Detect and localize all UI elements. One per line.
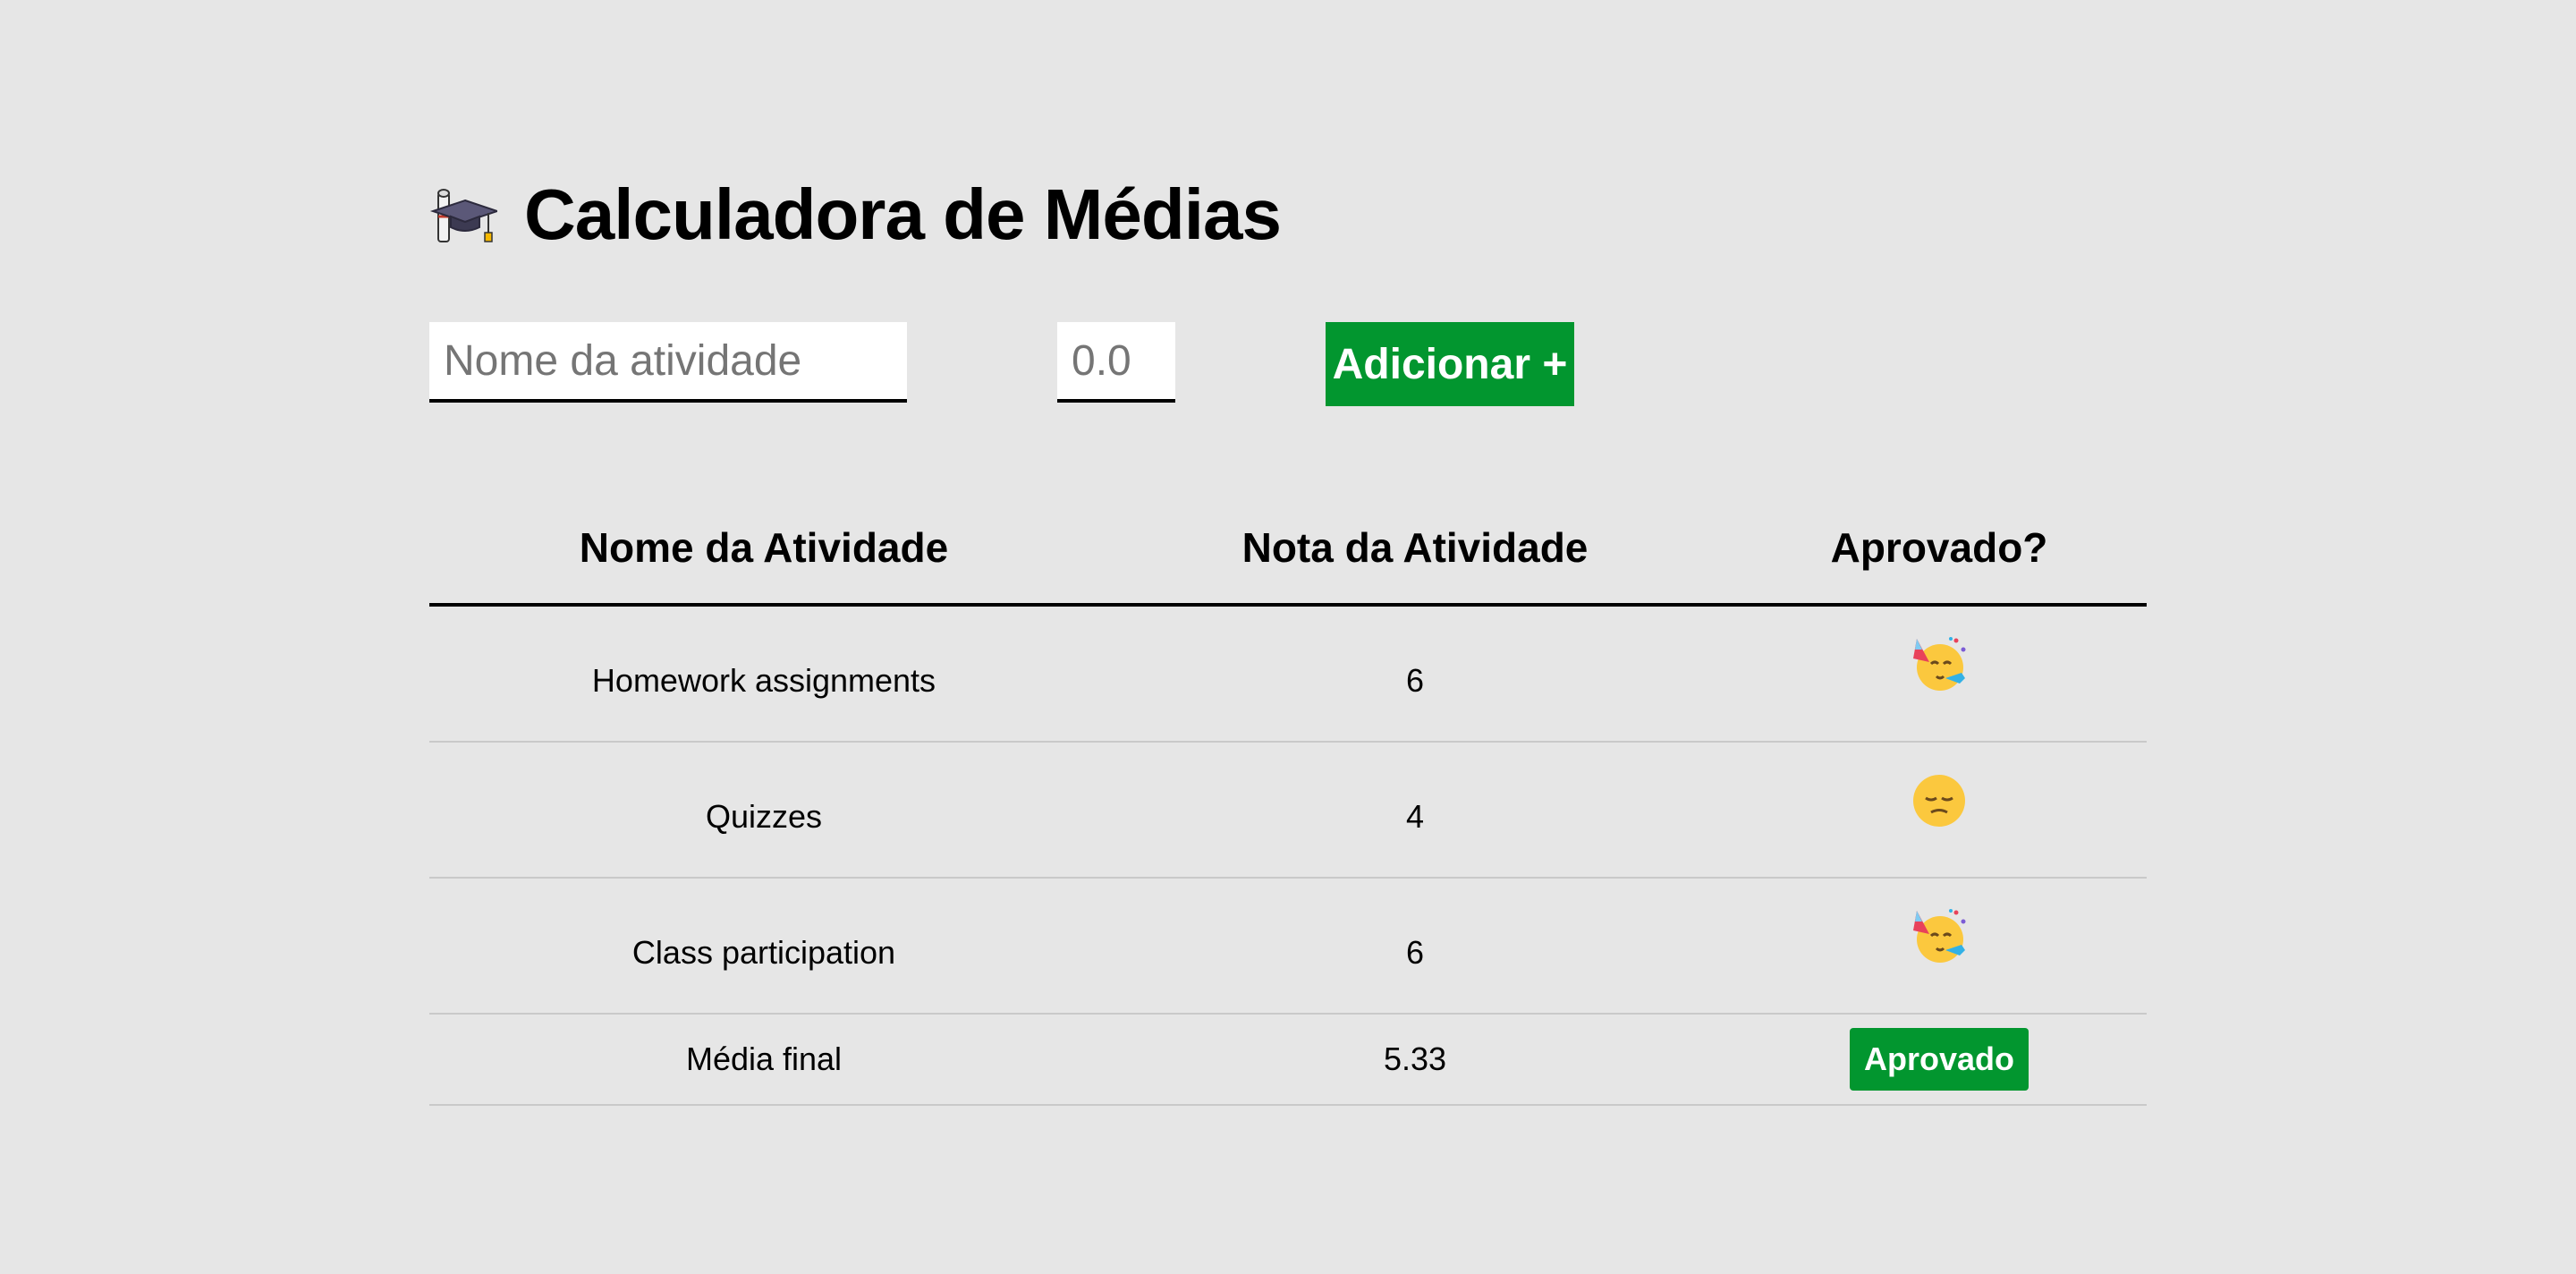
graduation-cap-icon xyxy=(429,181,501,249)
activity-grade-input[interactable] xyxy=(1057,322,1175,403)
table-row: Class participation 6 xyxy=(429,878,2147,1015)
add-activity-button[interactable]: Adicionar + xyxy=(1326,322,1574,406)
approved-cell xyxy=(1732,742,2147,879)
party-face-icon xyxy=(1910,637,1969,691)
table-header-row: Nome da Atividade Nota da Atividade Apro… xyxy=(429,492,2147,607)
approved-cell xyxy=(1732,605,2147,743)
activity-grade-cell: 6 xyxy=(1098,605,1732,743)
activity-grade-cell: 6 xyxy=(1098,878,1732,1015)
page-title: Calculadora de Médias xyxy=(429,161,2147,268)
final-status-cell: Aprovado xyxy=(1732,1014,2147,1106)
header-activity-grade: Nota da Atividade xyxy=(1098,492,1732,607)
pensive-face-icon xyxy=(1910,775,1969,827)
activity-name-cell: Homework assignments xyxy=(429,605,1098,743)
table-row: Homework assignments 6 xyxy=(429,605,2147,743)
activity-grade-cell: 4 xyxy=(1098,742,1732,879)
party-face-icon xyxy=(1910,909,1969,963)
header-approved: Aprovado? xyxy=(1732,492,2147,607)
header-activity-name: Nome da Atividade xyxy=(429,492,1098,607)
table-row: Quizzes 4 xyxy=(429,742,2147,879)
activities-table: Nome da Atividade Nota da Atividade Apro… xyxy=(429,492,2147,1106)
final-average-value: 5.33 xyxy=(1098,1014,1732,1106)
activity-name-cell: Class participation xyxy=(429,878,1098,1015)
final-average-label: Média final xyxy=(429,1014,1098,1106)
status-badge: Aprovado xyxy=(1849,1028,2029,1091)
page-title-text: Calculadora de Médias xyxy=(524,174,1282,254)
approved-cell xyxy=(1732,878,2147,1015)
calculator-container: Calculadora de Médias Adicionar + Nome d… xyxy=(429,161,2147,1106)
activity-name-cell: Quizzes xyxy=(429,742,1098,879)
final-average-row: Média final 5.33 Aprovado xyxy=(429,1014,2147,1106)
activity-name-input[interactable] xyxy=(429,322,907,403)
add-activity-form: Adicionar + xyxy=(429,322,2147,406)
